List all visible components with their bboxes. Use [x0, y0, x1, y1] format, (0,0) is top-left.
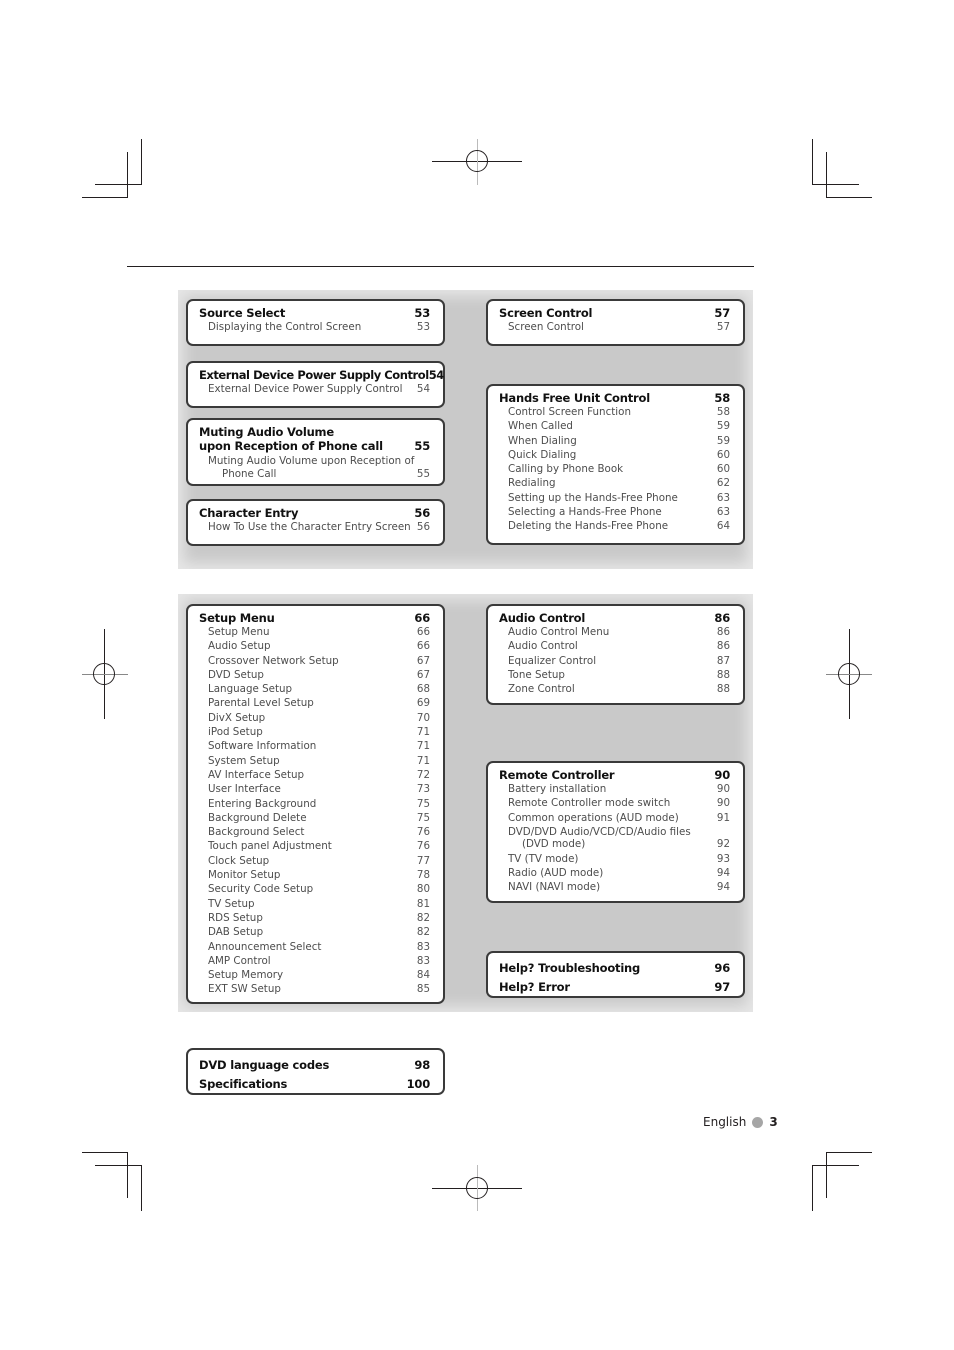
toc-entry[interactable]: Redialing 62	[499, 476, 730, 490]
header-rule	[127, 266, 754, 267]
bullet-dot-icon	[752, 1116, 764, 1128]
toc-entry[interactable]: When Called 59	[499, 419, 730, 433]
toc-entry[interactable]: When Dialing 59	[499, 434, 730, 448]
toc-entry[interactable]: RDS Setup 82	[199, 911, 430, 925]
toc-entry[interactable]: Radio (AUD mode) 94	[499, 866, 730, 880]
toc-entry[interactable]: TV (TV mode) 93	[499, 852, 730, 866]
toc-section-muting-audio: Muting Audio Volume upon Reception of Ph…	[186, 418, 445, 486]
toc-entry[interactable]: DVD/DVD Audio/VCD/CD/Audio files (DVD mo…	[499, 826, 730, 851]
toc-heading[interactable]: Setup Menu 66	[199, 611, 430, 625]
crop-mark	[812, 139, 813, 185]
toc-entry[interactable]: Quick Dialing 60	[499, 448, 730, 462]
toc-section-source-select: Source Select 53 Displaying the Control S…	[186, 299, 445, 346]
crop-mark	[826, 1152, 827, 1198]
crop-mark	[812, 1165, 859, 1166]
toc-section-audio-control: Audio Control 86 Audio Control Menu 86 Aud…	[486, 604, 745, 705]
toc-entry[interactable]: TV Setup 81	[199, 897, 430, 911]
toc-entry[interactable]: AMP Control 83	[199, 954, 430, 968]
toc-entry[interactable]: Remote Controller mode switch 90	[499, 796, 730, 810]
toc-section-remote-controller: Remote Controller 90 Battery installation…	[486, 761, 745, 903]
crop-mark	[82, 197, 128, 198]
toc-entry[interactable]: Equalizer Control 87	[499, 654, 730, 668]
toc-entry[interactable]: Control Screen Function 58	[499, 405, 730, 419]
toc-heading[interactable]: External Device Power Supply Control 54	[199, 368, 444, 382]
toc-heading[interactable]: Source Select 53	[199, 306, 430, 320]
toc-entry[interactable]: External Device Power Supply Control 54	[199, 382, 430, 396]
toc-entry[interactable]: Audio Control 86	[499, 639, 730, 653]
crop-mark	[127, 1152, 128, 1198]
toc-entry[interactable]: Audio Control Menu 86	[499, 625, 730, 639]
toc-entry[interactable]: Entering Background 75	[199, 797, 430, 811]
toc-entry[interactable]: How To Use the Character Entry Screen 56	[199, 520, 430, 534]
toc-entry[interactable]: Screen Control 57	[499, 320, 730, 334]
crop-mark	[826, 197, 872, 198]
toc-heading[interactable]: Hands Free Unit Control 58	[499, 391, 730, 405]
crop-mark	[826, 1152, 872, 1153]
toc-entry[interactable]: Software Information 71	[199, 739, 430, 753]
toc-heading[interactable]: Screen Control 57	[499, 306, 730, 320]
toc-entry[interactable]: iPod Setup 71	[199, 725, 430, 739]
toc-section-appendix: DVD language codes 98 Specifications 100	[186, 1048, 445, 1095]
toc-heading[interactable]: Remote Controller 90	[499, 768, 730, 782]
toc-entry[interactable]: System Setup 71	[199, 754, 430, 768]
toc-entry[interactable]: Crossover Network Setup 67	[199, 654, 430, 668]
toc-section-external-device-power: External Device Power Supply Control 54 E…	[186, 361, 445, 408]
toc-section-setup-menu: Setup Menu 66 Setup Menu 66 Audio Setup 66 Cr…	[186, 604, 445, 1004]
toc-entry[interactable]: AV Interface Setup 72	[199, 768, 430, 782]
crop-mark	[82, 1152, 128, 1153]
toc-entry[interactable]: User Interface 73	[199, 782, 430, 796]
toc-heading[interactable]: Help? Troubleshooting 96	[499, 959, 730, 978]
toc-entry[interactable]: Background Delete 75	[199, 811, 430, 825]
toc-entry[interactable]: Muting Audio Volume upon Reception of Ph…	[199, 455, 430, 480]
toc-entry[interactable]: Audio Setup 66	[199, 639, 430, 653]
footer-language: English	[703, 1115, 747, 1129]
toc-entry[interactable]: DAB Setup 82	[199, 925, 430, 939]
crop-mark	[127, 152, 128, 198]
toc-heading[interactable]: Specifications 100	[199, 1075, 430, 1094]
toc-entry[interactable]: Parental Level Setup 69	[199, 696, 430, 710]
toc-entry[interactable]: Common operations (AUD mode) 91	[499, 811, 730, 825]
crop-mark	[826, 152, 827, 198]
toc-section-screen-control: Screen Control 57 Screen Control 57	[486, 299, 745, 346]
crop-mark	[812, 1165, 813, 1211]
toc-heading[interactable]: Help? Error 97	[499, 978, 730, 997]
page-footer: English 3	[703, 1115, 778, 1129]
toc-entry[interactable]: Displaying the Control Screen 53	[199, 320, 430, 334]
toc-section-hands-free: Hands Free Unit Control 58 Control Screen…	[486, 384, 745, 545]
toc-entry[interactable]: EXT SW Setup 85	[199, 982, 430, 996]
toc-entry[interactable]: Announcement Select 83	[199, 940, 430, 954]
toc-section-character-entry: Character Entry 56 How To Use the Charact…	[186, 499, 445, 546]
toc-entry[interactable]: Background Select 76	[199, 825, 430, 839]
toc-heading[interactable]: Character Entry 56	[199, 506, 430, 520]
toc-entry[interactable]: Setup Menu 66	[199, 625, 430, 639]
toc-entry[interactable]: DVD Setup 67	[199, 668, 430, 682]
crop-mark	[141, 139, 142, 185]
crop-mark	[95, 184, 142, 185]
toc-entry[interactable]: Calling by Phone Book 60	[499, 462, 730, 476]
toc-entry[interactable]: NAVI (NAVI mode) 94	[499, 880, 730, 894]
toc-entry[interactable]: Language Setup 68	[199, 682, 430, 696]
crop-mark	[95, 1165, 142, 1166]
toc-entry[interactable]: Setting up the Hands-Free Phone 63	[499, 491, 730, 505]
toc-heading[interactable]: DVD language codes 98	[199, 1056, 430, 1075]
toc-entry[interactable]: DivX Setup 70	[199, 711, 430, 725]
toc-entry[interactable]: Monitor Setup 78	[199, 868, 430, 882]
toc-entry[interactable]: Clock Setup 77	[199, 854, 430, 868]
toc-entry[interactable]: Battery installation 90	[499, 782, 730, 796]
toc-entry[interactable]: Deleting the Hands-Free Phone 64	[499, 519, 730, 533]
crop-mark	[141, 1165, 142, 1211]
crop-mark	[812, 184, 859, 185]
toc-entry[interactable]: Zone Control 88	[499, 682, 730, 696]
toc-heading[interactable]: Muting Audio Volume upon Reception of Ph…	[199, 425, 430, 453]
toc-entry[interactable]: Setup Memory 84	[199, 968, 430, 982]
toc-section-help: Help? Troubleshooting 96 Help? Error 97	[486, 951, 745, 998]
toc-entry[interactable]: Tone Setup 88	[499, 668, 730, 682]
toc-entry[interactable]: Security Code Setup 80	[199, 882, 430, 896]
toc-entry[interactable]: Selecting a Hands-Free Phone 63	[499, 505, 730, 519]
toc-entry[interactable]: Touch panel Adjustment 76	[199, 839, 430, 853]
toc-heading[interactable]: Audio Control 86	[499, 611, 730, 625]
page-number: 3	[769, 1115, 778, 1129]
